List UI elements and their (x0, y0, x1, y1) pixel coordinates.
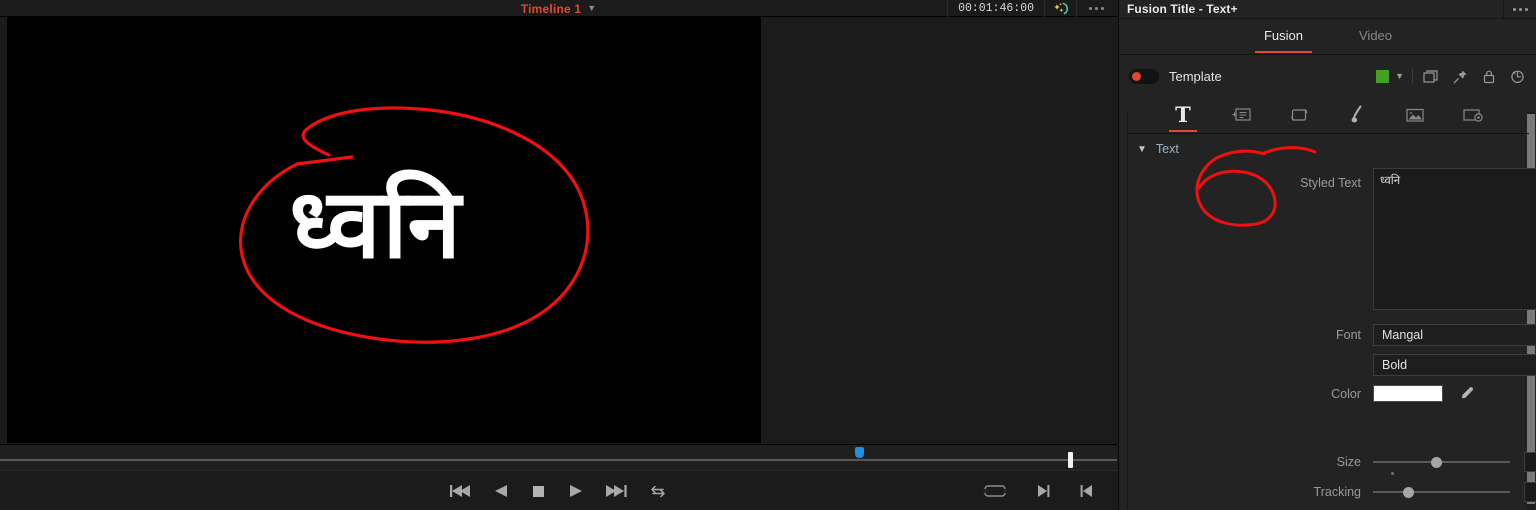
dot (1088, 7, 1092, 10)
play-icon[interactable] (568, 484, 583, 498)
tracking-label: Tracking (1313, 485, 1361, 499)
transport-controls (0, 470, 1117, 510)
layout-tab[interactable] (1224, 99, 1258, 131)
tracking-row: Tracking 1.0 (1269, 482, 1536, 502)
chevron-down-icon[interactable]: ▼ (1395, 71, 1404, 81)
mark-in-icon[interactable] (1079, 484, 1095, 498)
size-label: Size (1336, 455, 1361, 469)
text-tab-glyph: T (1175, 102, 1191, 127)
reset-icon[interactable] (1510, 69, 1525, 84)
font-label: Font (1335, 328, 1361, 342)
jump-to-start-icon[interactable] (450, 484, 472, 498)
font-style-row: Bold ▼ (1269, 354, 1536, 376)
toggle-dot (1132, 71, 1141, 81)
loop-icon[interactable] (649, 484, 667, 499)
dot (1513, 8, 1516, 11)
mark-out-icon[interactable] (1035, 484, 1051, 498)
tracking-slider-rail (1373, 491, 1510, 493)
chevron-down-icon: ▼ (587, 3, 597, 13)
tracking-value-field[interactable]: 1.0 (1524, 482, 1536, 502)
size-value-field[interactable]: 0.25 (1524, 452, 1536, 472)
dot (1525, 8, 1528, 11)
size-default-tick (1391, 472, 1394, 475)
viewer-more-options-button[interactable] (1077, 0, 1115, 17)
chevron-down-icon: ▼ (1137, 143, 1147, 155)
scrubber-bar[interactable] (0, 444, 1117, 470)
inspector-tab-bar: Fusion Video (1119, 19, 1536, 55)
davinci-resolve-window: Timeline 1 ▼ 00:01:46:00 ध्वनि Fusion Ti… (0, 0, 1536, 510)
styled-text-label: Styled Text (1300, 176, 1361, 190)
shading-tab[interactable] (1340, 99, 1374, 131)
lock-icon[interactable] (1482, 69, 1496, 84)
tool-icon-tab-row: T (1127, 96, 1529, 134)
styled-text-input[interactable]: ध्वनि (1373, 168, 1536, 310)
size-row: Size 0.25 (1269, 452, 1536, 475)
text-section-header[interactable]: ▼ Text (1137, 142, 1179, 156)
tool-header: Template ▼ (1119, 56, 1536, 96)
dot (1519, 8, 1522, 11)
dot (1100, 7, 1104, 10)
image-tab[interactable] (1398, 99, 1432, 131)
settings-tab[interactable] (1456, 99, 1490, 131)
tool-color-chip[interactable] (1376, 69, 1390, 83)
transform-tab[interactable] (1282, 99, 1316, 131)
stop-icon[interactable] (531, 484, 546, 498)
inspector-content: Template ▼ T ▼ Text Styled Text ध्वनि Fo… (1119, 56, 1536, 510)
inspector-panel: Fusion Title - Text+ Fusion Video Templa… (1118, 0, 1536, 510)
inspector-title: Fusion Title - Text+ (1127, 2, 1238, 16)
color-label: Color (1331, 386, 1361, 401)
video-canvas[interactable]: ध्वनि (7, 17, 761, 443)
content-left-divider (1127, 112, 1128, 510)
timeline-name: Timeline 1 (520, 1, 582, 16)
jump-to-end-icon[interactable] (605, 484, 627, 498)
scrubber-track[interactable] (0, 459, 1117, 461)
tracking-slider-knob[interactable] (1403, 486, 1415, 498)
font-value: Mangal (1382, 328, 1423, 342)
tool-name-label: Template (1169, 68, 1222, 84)
color-swatch[interactable] (1373, 385, 1443, 402)
styled-text-row: Styled Text ध्वनि (1269, 168, 1536, 310)
font-style-dropdown[interactable]: Bold ▼ (1373, 354, 1536, 376)
pin-icon[interactable] (1453, 69, 1468, 84)
inspector-title-bar: Fusion Title - Text+ (1119, 0, 1536, 19)
canvas-title-text-value: ध्वनि (289, 168, 463, 280)
size-slider[interactable] (1373, 455, 1510, 475)
color-row: Color (1269, 385, 1536, 402)
text-section-title: Text (1155, 142, 1179, 156)
viewer-panel: Timeline 1 ▼ 00:01:46:00 ध्वनि (0, 0, 1117, 510)
divider (1412, 68, 1413, 84)
play-reverse-icon[interactable] (494, 484, 509, 498)
in-out-range-icon[interactable] (983, 484, 1007, 498)
playhead-handle[interactable] (1068, 452, 1073, 468)
canvas-title-text: ध्वनि (7, 17, 761, 443)
font-style-value: Bold (1382, 358, 1408, 372)
tracking-slider[interactable] (1373, 485, 1510, 499)
styled-text-value: ध्वनि (1380, 173, 1401, 187)
tab-video[interactable]: Video (1357, 21, 1394, 52)
font-dropdown[interactable]: Mangal ▼ (1373, 324, 1536, 346)
tool-enable-toggle[interactable] (1129, 68, 1159, 84)
dot (1094, 7, 1098, 10)
magic-sparkle-icon[interactable] (1045, 0, 1077, 17)
text-tab[interactable]: T (1166, 99, 1200, 132)
timeline-marker[interactable] (855, 447, 864, 458)
timecode-value: 00:01:46:00 (958, 2, 1034, 15)
size-slider-knob[interactable] (1430, 456, 1442, 468)
copy-icon[interactable] (1423, 69, 1439, 84)
font-row: Font Mangal ▼ (1269, 324, 1536, 346)
timecode-display[interactable]: 00:01:46:00 (947, 0, 1045, 17)
eyedropper-icon[interactable] (1459, 386, 1474, 401)
tab-fusion[interactable]: Fusion (1254, 21, 1313, 53)
inspector-more-options-button[interactable] (1503, 0, 1536, 19)
viewer-topbar: Timeline 1 ▼ 00:01:46:00 (0, 0, 1117, 17)
